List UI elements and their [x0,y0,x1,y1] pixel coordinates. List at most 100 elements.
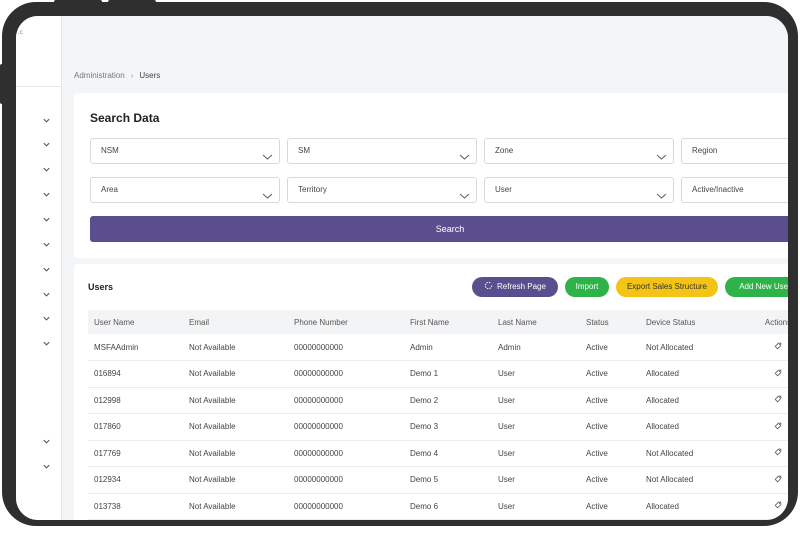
sidebar-expand-chevron-icon[interactable] [42,116,51,125]
users-card: Users Refresh Page Import Export Sales S… [74,264,788,520]
table-row: 017769 Not Available 00000000000 Demo 4 User… [88,440,788,467]
table-cell: 00000000000 [288,413,404,441]
table-row: 012998 Not Available 00000000000 Demo 2 User… [88,387,788,414]
table-cell: Allocated [640,413,748,441]
filter-select-value: Zone [495,146,514,155]
filter-select-user[interactable]: User [484,177,674,203]
table-cell: 00000000000 [288,387,404,414]
table-cell: Demo 5 [404,466,492,494]
search-button[interactable]: Search [90,216,788,242]
sidebar-expand-chevron-icon[interactable] [42,240,51,249]
column-header-actions[interactable]: Actions [748,310,788,334]
tag-icon[interactable] [774,422,782,430]
table-cell: User [492,440,580,467]
breadcrumb-separator: › [130,71,134,80]
sidebar-expand-chevron-icon[interactable] [42,290,51,299]
table-cell: 00000000000 [288,334,404,361]
table-cell: 00000000000 [288,466,404,494]
column-header-device-status[interactable]: Device Status [640,310,748,334]
table-row: 013738 Not Available 00000000000 Demo 6 User… [88,493,788,520]
table-cell: Allocated [640,387,748,414]
refresh-page-button[interactable]: Refresh Page [472,277,558,297]
filter-select-sm[interactable]: SM [287,138,477,164]
table-cell: Demo 2 [404,387,492,414]
table-cell: Allocated [640,360,748,388]
tag-icon[interactable] [774,395,782,403]
table-cell: 012998 [88,387,183,414]
table-cell: Not Available [183,334,288,361]
table-cell: Not Available [183,466,288,494]
sidebar-expand-chevron-icon[interactable] [42,190,51,199]
tag-icon[interactable] [774,369,782,377]
table-cell: User [492,360,580,388]
table-cell: Allocated [640,493,748,520]
table-cell: 00000000000 [288,440,404,467]
brand-logo: .c [18,30,23,36]
table-cell: User [492,387,580,414]
main-content: Administration › Users Search Data NSM SM… [62,16,788,520]
filter-select-area[interactable]: Area [90,177,280,203]
chevron-down-icon [262,147,273,171]
tag-icon[interactable] [774,501,782,509]
table-row: 016894 Not Available 00000000000 Demo 1 User… [88,360,788,388]
actions-cell [748,360,788,388]
chevron-down-icon [459,147,470,171]
table-cell: Active [580,387,640,414]
sidebar-expand-chevron-icon[interactable] [42,339,51,348]
sidebar-expand-chevron-icon[interactable] [42,165,51,174]
table-cell: Active [580,493,640,520]
tag-icon[interactable] [774,342,782,350]
actions-cell [748,334,788,361]
column-header-last-name[interactable]: Last Name [492,310,580,334]
table-cell: Admin [404,334,492,361]
column-header-user-name[interactable]: User Name [88,310,183,334]
actions-cell [748,413,788,441]
chevron-down-icon [459,186,470,210]
table-cell: Not Available [183,440,288,467]
sidebar-expand-chevron-icon[interactable] [42,265,51,274]
tag-icon[interactable] [774,448,782,456]
sidebar-expand-chevron-icon[interactable] [42,437,51,446]
table-cell: 012934 [88,466,183,494]
table-row: 017860 Not Available 00000000000 Demo 3 User… [88,413,788,441]
device-button [54,0,102,4]
tag-icon[interactable] [774,475,782,483]
actions-cell [748,440,788,467]
export-sales-structure-button[interactable]: Export Sales Structure [616,277,718,297]
table-cell: Not Allocated [640,440,748,467]
filter-select-territory[interactable]: Territory [287,177,477,203]
filter-select-active-inactive[interactable]: Active/Inactive [681,177,788,203]
device-button [0,64,4,104]
actions-cell [748,493,788,520]
filter-select-zone[interactable]: Zone [484,138,674,164]
sidebar-expand-chevron-icon[interactable] [42,140,51,149]
table-cell: Not Available [183,413,288,441]
table-cell: User [492,466,580,494]
table-cell: User [492,493,580,520]
filter-select-value: Area [101,185,118,194]
filter-select-nsm[interactable]: NSM [90,138,280,164]
table-cell: Not Available [183,493,288,520]
breadcrumb: Administration › Users [74,71,160,80]
search-title: Search Data [90,111,160,125]
sidebar-expand-chevron-icon[interactable] [42,215,51,224]
table-cell: MSFAAdmin [88,334,183,361]
import-button[interactable]: Import [565,277,609,297]
column-header-status[interactable]: Status [580,310,640,334]
filter-select-region[interactable]: Region [681,138,788,164]
column-header-phone-number[interactable]: Phone Number [288,310,404,334]
filter-select-value: SM [298,146,310,155]
table-cell: Demo 4 [404,440,492,467]
table-cell: 017860 [88,413,183,441]
actions-cell [748,387,788,414]
actions-cell [748,466,788,494]
breadcrumb-administration[interactable]: Administration [74,71,125,80]
table-cell: Active [580,334,640,361]
table-cell: Active [580,360,640,388]
add-new-user-button[interactable]: Add New User [725,277,788,297]
table-cell: Demo 3 [404,413,492,441]
sidebar-expand-chevron-icon[interactable] [42,314,51,323]
column-header-email[interactable]: Email [183,310,288,334]
column-header-first-name[interactable]: First Name [404,310,492,334]
sidebar-expand-chevron-icon[interactable] [42,462,51,471]
